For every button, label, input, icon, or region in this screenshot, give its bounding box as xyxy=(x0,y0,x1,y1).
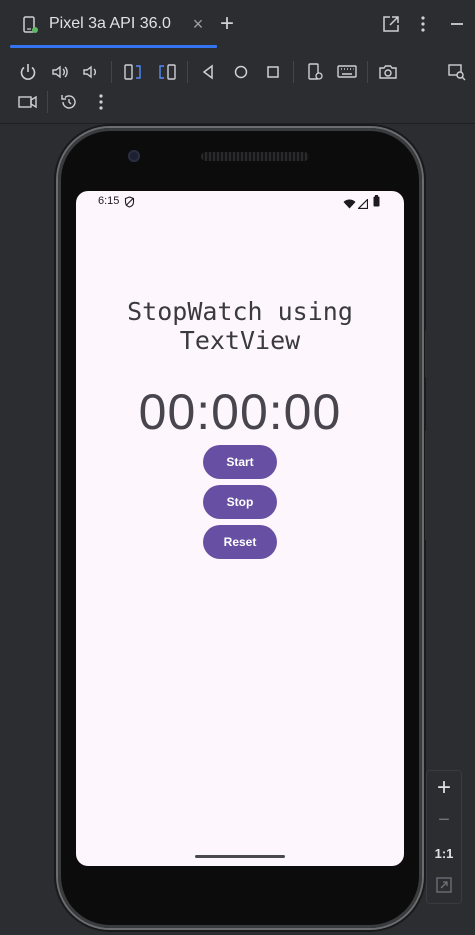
tab-title: Pixel 3a API 36.0 xyxy=(49,15,171,32)
device-volume-key[interactable] xyxy=(425,430,428,540)
device-icon xyxy=(21,15,41,35)
tab-close-icon[interactable]: × xyxy=(188,13,208,35)
reset-button[interactable]: Reset xyxy=(203,525,277,559)
actual-size-button[interactable]: 1:1 xyxy=(427,838,461,868)
front-camera xyxy=(128,150,140,162)
snapshot-history-icon[interactable] xyxy=(57,90,81,114)
tab-device[interactable]: Pixel 3a API 36.0 × xyxy=(6,0,217,50)
tab-bar: Pixel 3a API 36.0 × + xyxy=(0,0,475,50)
zoom-in-button[interactable]: + xyxy=(427,773,461,803)
earpiece-speaker xyxy=(201,152,309,161)
device-settings-icon[interactable] xyxy=(303,60,327,84)
device-power-key[interactable] xyxy=(425,330,428,378)
device-screen[interactable]: 6:15 StopWatch using TextView 00:00:00 S… xyxy=(76,191,404,866)
shield-icon xyxy=(124,195,135,213)
display-mode-icon[interactable] xyxy=(445,60,469,84)
toolbar-separator xyxy=(187,61,188,83)
minimize-icon[interactable] xyxy=(445,12,469,36)
toolbar-separator xyxy=(367,61,368,83)
zoom-out-button[interactable]: − xyxy=(427,805,461,835)
battery-icon xyxy=(373,194,380,212)
wifi-icon xyxy=(343,196,356,214)
keyboard-icon[interactable] xyxy=(335,60,359,84)
power-icon[interactable] xyxy=(16,60,40,84)
toolbar-separator xyxy=(111,61,112,83)
stop-button[interactable]: Stop xyxy=(203,485,277,519)
tab-more-icon[interactable] xyxy=(411,12,435,36)
toolbar-separator xyxy=(293,61,294,83)
title-line-2: TextView xyxy=(179,326,301,355)
volume-down-icon[interactable] xyxy=(79,60,103,84)
gesture-navigation-bar[interactable] xyxy=(195,855,285,858)
rotate-right-icon[interactable] xyxy=(155,60,179,84)
stopwatch-display: 00:00:00 xyxy=(138,384,342,440)
start-button[interactable]: Start xyxy=(203,445,277,479)
back-icon[interactable] xyxy=(196,60,220,84)
title-line-1: StopWatch using xyxy=(127,297,353,326)
open-external-icon[interactable] xyxy=(379,12,403,36)
signal-icon xyxy=(357,196,369,214)
overview-icon[interactable] xyxy=(261,60,285,84)
rotate-left-icon[interactable] xyxy=(121,60,145,84)
status-time: 6:15 xyxy=(98,195,120,207)
page-title: StopWatch using TextView xyxy=(76,297,404,355)
add-tab-button[interactable]: + xyxy=(215,10,239,38)
more-options-icon[interactable] xyxy=(89,90,113,114)
fit-screen-icon[interactable] xyxy=(427,870,461,900)
home-icon[interactable] xyxy=(229,60,253,84)
screen-record-icon[interactable] xyxy=(16,90,40,114)
screenshot-icon[interactable] xyxy=(376,60,400,84)
zoom-panel: + − 1:1 xyxy=(426,770,462,904)
active-tab-indicator xyxy=(10,45,217,48)
volume-up-icon[interactable] xyxy=(48,60,72,84)
toolbar-separator xyxy=(47,91,48,113)
